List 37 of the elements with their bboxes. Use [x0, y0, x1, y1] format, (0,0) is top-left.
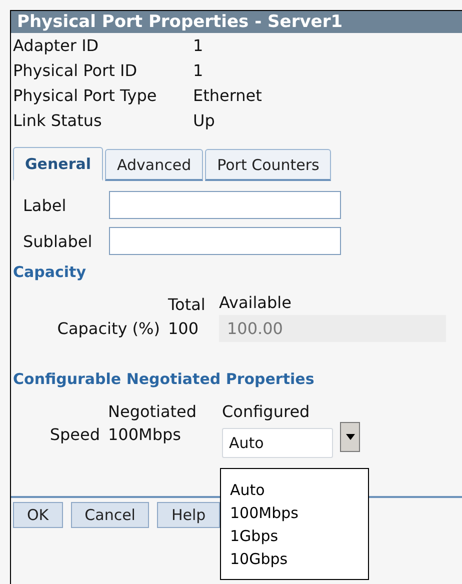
caret-icon	[346, 434, 354, 440]
property-label: Physical Port ID	[13, 60, 138, 82]
property-label: Link Status	[13, 110, 103, 132]
tab[interactable]: Advanced	[105, 149, 204, 181]
dropdown-option[interactable]: 1Gbps	[230, 525, 368, 548]
speed-select[interactable]: Auto	[222, 428, 333, 458]
row-label: Capacity (%)	[56, 319, 161, 338]
row-label: Speed	[48, 425, 101, 444]
dialog-button[interactable]: OK	[13, 502, 63, 528]
tab[interactable]: General	[13, 147, 103, 181]
window-title: Physical Port Properties - Server1	[11, 11, 462, 33]
section-heading: Capacity	[12, 263, 87, 281]
dropdown-option[interactable]: Auto	[230, 479, 368, 502]
column-header: Negotiated	[108, 402, 198, 422]
dropdown-button[interactable]	[340, 422, 360, 452]
available-field: 100.00	[219, 315, 446, 342]
column-header: Configured	[222, 402, 311, 422]
input-field[interactable]	[109, 227, 341, 255]
negotiated-value: 100Mbps	[108, 425, 182, 444]
total-value: 100	[168, 319, 200, 338]
column-header: Available	[219, 293, 292, 312]
property-value: Up	[193, 110, 216, 132]
property-label: Adapter ID	[13, 35, 100, 57]
tab[interactable]: Port Counters	[205, 149, 332, 181]
dialog-button[interactable]: Cancel	[70, 502, 150, 528]
dropdown-option[interactable]: 100Mbps	[230, 502, 368, 525]
column-header: Total	[168, 294, 206, 314]
field-label: Label	[22, 196, 68, 214]
property-label: Physical Port Type	[13, 85, 158, 107]
input-field[interactable]	[109, 191, 341, 219]
dialog-button[interactable]: Help	[157, 502, 220, 528]
section-heading: Configurable Negotiated Properties	[12, 370, 316, 388]
property-value: Ethernet	[193, 85, 263, 107]
field-label: Sublabel	[22, 232, 94, 250]
dropdown-option[interactable]: 10Gbps	[230, 548, 368, 571]
property-value: 1	[193, 60, 204, 82]
property-value: 1	[193, 35, 204, 57]
